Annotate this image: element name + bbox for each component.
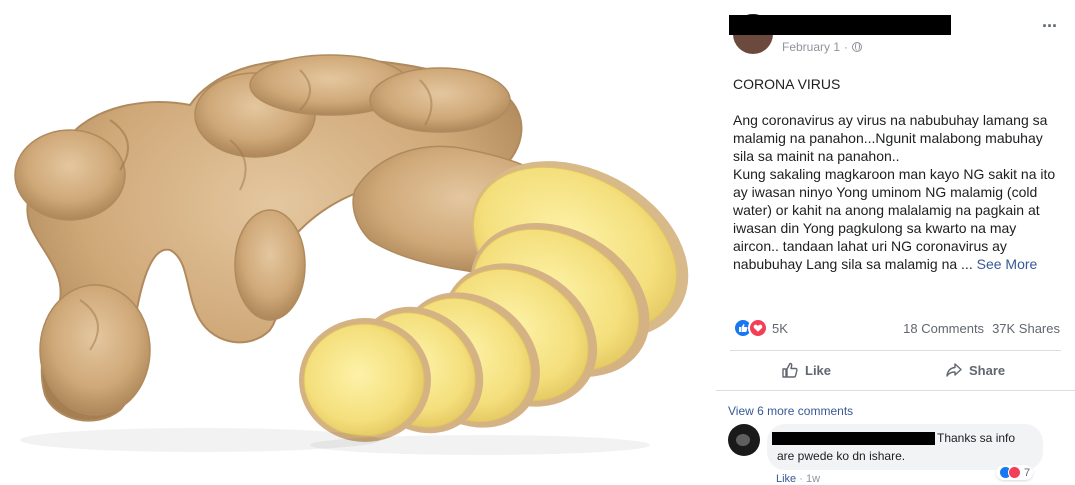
redacted-commenter-name [772,432,935,445]
comment-actions: Like · 1w [776,473,820,485]
post-body-line: sila sa mainit na panahon.. [733,148,900,164]
reaction-count: 5K [772,320,788,336]
post-body-line: aircon.. tandaan lahat uri NG coronaviru… [733,238,1007,254]
comment-reaction-count: 7 [1024,466,1031,479]
post-body-line: Kung sakaling magkaroon man kayo NG saki… [733,166,1056,182]
post-body: Ang coronavirus ay virus na nabubuhay la… [733,111,1063,273]
redacted-author-name [729,15,951,35]
post-meta: February 1 · [782,40,863,54]
post-body-line: Ang coronavirus ay virus na nabubuhay la… [733,112,1048,128]
post-body-line: ay iwasan ninyo Yong uminom NG malamig (… [733,184,1038,200]
post-body-line: water) or kahit na anong malalamig na pa… [733,202,1040,218]
ginger-image [14,54,689,455]
divider [730,350,1061,351]
comment-like-link[interactable]: Like [776,473,796,485]
love-reaction-icon [1008,466,1021,479]
share-button-label: Share [969,362,1006,378]
globe-icon [852,42,863,52]
love-reaction-icon [748,318,768,338]
thumbs-up-icon [782,362,798,378]
post-body-line: iwasan din Yong pagkulong sa kwarto na m… [733,220,1017,236]
comment-time[interactable]: · 1w [799,473,820,485]
divider [716,390,1075,391]
comment-reactions[interactable]: 7 [996,465,1034,480]
view-more-comments-link[interactable]: View 6 more comments [728,404,853,418]
share-count[interactable]: 37K Shares [992,321,1060,336]
commenter-avatar[interactable] [728,424,760,456]
post-photo[interactable] [0,0,716,483]
like-button[interactable]: Like [781,359,831,381]
share-arrow-icon [946,363,962,377]
like-button-label: Like [805,362,832,378]
see-more-link[interactable]: See More [977,256,1038,272]
engagement-counts: 18 Comments 37K Shares [903,321,1060,336]
meta-separator: · [844,40,849,54]
comment-text-line: Thanks sa info [937,431,1016,445]
post-body-last-line: nabubuhay Lang sila sa malamig na ... Se… [733,255,1063,273]
post-panel: February 1 · ··· CORONA VIRUS Ang corona… [716,0,1075,485]
post-heading: CORONA VIRUS [733,76,841,92]
more-horizontal-icon[interactable]: ··· [1042,16,1058,37]
comment-text-line: are pwede ko dn ishare. [777,449,906,463]
post-body-line-text: nabubuhay Lang sila sa malamig na ... [733,256,977,272]
post-date[interactable]: February 1 [782,40,840,54]
share-button[interactable]: Share [945,359,1005,381]
comment-count[interactable]: 18 Comments [903,321,984,336]
reaction-summary[interactable]: 5K [733,318,788,338]
post-body-line: malamig na panahon...Ngunit malabong mab… [733,130,1043,146]
